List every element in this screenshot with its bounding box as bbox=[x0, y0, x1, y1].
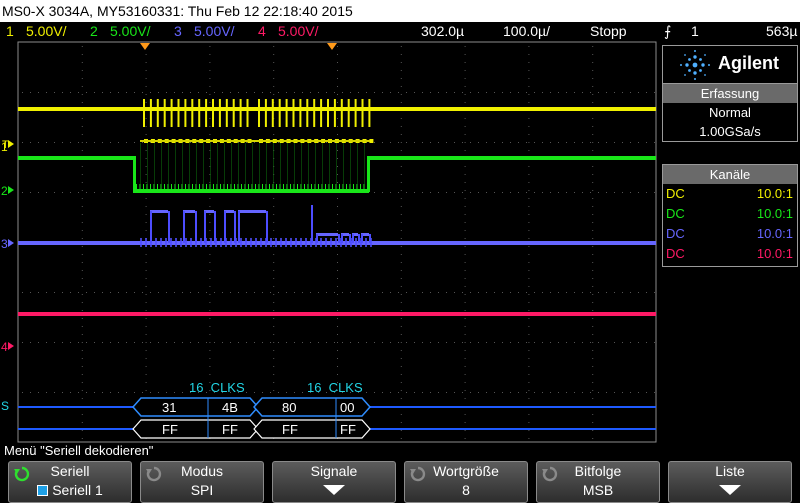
run-state[interactable]: Stopp bbox=[590, 22, 627, 41]
rotate-knob-icon bbox=[14, 466, 30, 482]
svg-text:4: 4 bbox=[1, 340, 8, 354]
svg-text:S: S bbox=[1, 399, 9, 413]
agilent-spark-icon bbox=[680, 50, 710, 80]
timebase-readout[interactable]: 100.0µ/ bbox=[503, 22, 550, 41]
acquisition-title: Erfassung bbox=[663, 84, 797, 103]
softkey-bitfolge[interactable]: Bitfolge MSB bbox=[536, 461, 660, 503]
status-row: 1 5.00V/ 2 5.00V/ 3 5.00V/ 4 5.00V/ 302.… bbox=[0, 22, 800, 41]
channel-row: DC 10.0:1 bbox=[666, 186, 793, 201]
ch4-trace bbox=[18, 312, 656, 316]
brand-logo: Agilent bbox=[662, 45, 798, 85]
right-info-panel: Agilent Erfassung Normal 1.00GSa/s Kanäl… bbox=[658, 41, 800, 443]
mosi-byte: 80 bbox=[282, 400, 296, 415]
ch4-number[interactable]: 4 bbox=[258, 22, 266, 41]
ch3-number[interactable]: 3 bbox=[174, 22, 182, 41]
delay-readout[interactable]: 302.0µ bbox=[421, 22, 464, 41]
ch3-scale[interactable]: 5.00V/ bbox=[194, 22, 234, 41]
channel-row: DC 10.0:1 bbox=[666, 226, 793, 241]
trigger-edge-icon: ⨍ bbox=[664, 23, 672, 39]
scope-display[interactable]: T 1 2 3 4 S 16 CLKS 16 CLKS 31 4B 80 00 … bbox=[0, 41, 658, 443]
softkey-signale[interactable]: Signale bbox=[272, 461, 396, 503]
ch2-scale[interactable]: 5.00V/ bbox=[110, 22, 150, 41]
channel-row: DC 10.0:1 bbox=[666, 246, 793, 261]
softkey-bar: Seriell Seriell 1 Modus SPI Signale Wort… bbox=[0, 459, 800, 503]
miso-byte: FF bbox=[340, 422, 356, 437]
rotate-knob-icon bbox=[410, 466, 426, 482]
ch2-number[interactable]: 2 bbox=[90, 22, 98, 41]
clk-count-label: 16 CLKS bbox=[307, 380, 363, 395]
rotate-knob-icon bbox=[542, 466, 558, 482]
svg-text:2: 2 bbox=[1, 184, 8, 198]
acquisition-box[interactable]: Erfassung Normal 1.00GSa/s bbox=[662, 83, 798, 142]
svg-text:3: 3 bbox=[1, 237, 8, 251]
mosi-byte: 31 bbox=[162, 400, 176, 415]
trigger-channel[interactable]: 1 bbox=[691, 22, 699, 41]
menu-title: Menü "Seriell dekodieren" bbox=[0, 443, 800, 459]
softkey-wortgroesse[interactable]: Wortgröße 8 bbox=[404, 461, 528, 503]
mosi-byte: 4B bbox=[222, 400, 238, 415]
channels-box[interactable]: Kanäle DC 10.0:1 DC 10.0:1 DC 10.0:1 DC … bbox=[662, 164, 798, 267]
window-title: MS0-X 3034A, MY53160331: Thu Feb 12 22:1… bbox=[0, 0, 800, 22]
softkey-modus[interactable]: Modus SPI bbox=[140, 461, 264, 503]
sample-rate: 1.00GSa/s bbox=[699, 124, 761, 139]
ch1-scale[interactable]: 5.00V/ bbox=[26, 22, 66, 41]
trigger-level[interactable]: 563µ bbox=[766, 22, 797, 41]
miso-byte: FF bbox=[222, 422, 238, 437]
ch4-scale[interactable]: 5.00V/ bbox=[278, 22, 318, 41]
miso-byte: FF bbox=[282, 422, 298, 437]
softkey-seriell[interactable]: Seriell Seriell 1 bbox=[8, 461, 132, 503]
submenu-arrow-icon bbox=[323, 485, 345, 495]
ch1-number[interactable]: 1 bbox=[6, 22, 14, 41]
serial1-marker[interactable]: S bbox=[1, 399, 9, 413]
svg-text:1: 1 bbox=[1, 140, 8, 154]
mosi-byte: 00 bbox=[340, 400, 354, 415]
channels-title: Kanäle bbox=[663, 165, 797, 184]
rotate-knob-icon bbox=[146, 466, 162, 482]
acquisition-mode: Normal bbox=[709, 105, 751, 120]
submenu-arrow-icon bbox=[719, 485, 741, 495]
checkbox-icon bbox=[37, 485, 49, 496]
channel-row: DC 10.0:1 bbox=[666, 206, 793, 221]
miso-byte: FF bbox=[162, 422, 178, 437]
softkey-liste[interactable]: Liste bbox=[668, 461, 792, 503]
brand-name: Agilent bbox=[718, 53, 779, 73]
clk-count-label: 16 CLKS bbox=[189, 380, 245, 395]
